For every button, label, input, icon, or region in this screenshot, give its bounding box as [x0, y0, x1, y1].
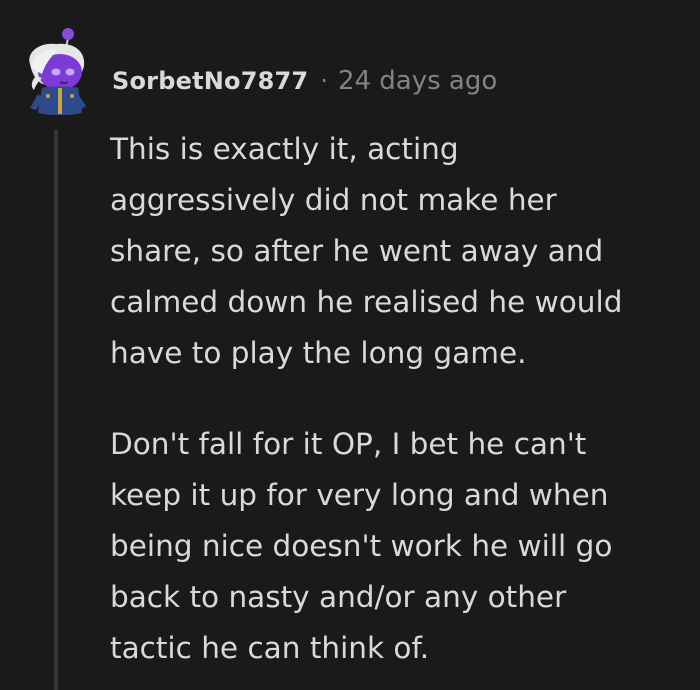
- comment-line: Don't fall for it OP, I bet he can't: [110, 427, 587, 461]
- comment-line: This is exactly it, acting: [110, 132, 459, 166]
- comment: SorbetNo7877 · 24 days ago This is exact…: [0, 0, 700, 690]
- comment-body: This is exactly it, acting aggressively …: [110, 124, 690, 674]
- comment-line: calmed down he realised he would: [110, 285, 623, 319]
- comment-paragraph: Don't fall for it OP, I bet he can't kee…: [110, 419, 690, 674]
- comment-line: aggressively did not make her: [110, 183, 557, 217]
- username-link[interactable]: SorbetNo7877: [112, 67, 308, 95]
- thread-collapse-line[interactable]: [54, 130, 58, 690]
- comment-line: share, so after he went away and: [110, 234, 604, 268]
- comment-header: SorbetNo7877 · 24 days ago: [112, 62, 497, 100]
- comment-line: have to play the long game.: [110, 336, 527, 370]
- snoo-avatar-icon: [29, 28, 86, 115]
- meta-separator: ·: [320, 67, 328, 95]
- user-avatar-icon[interactable]: [22, 24, 94, 120]
- comment-timestamp[interactable]: 24 days ago: [338, 66, 497, 96]
- comment-paragraph: This is exactly it, acting aggressively …: [110, 124, 690, 379]
- comment-line: tactic he can think of.: [110, 631, 430, 665]
- comment-line: back to nasty and/or any other: [110, 580, 567, 614]
- comment-line: being nice doesn't work he will go: [110, 529, 613, 563]
- comment-line: keep it up for very long and when: [110, 478, 609, 512]
